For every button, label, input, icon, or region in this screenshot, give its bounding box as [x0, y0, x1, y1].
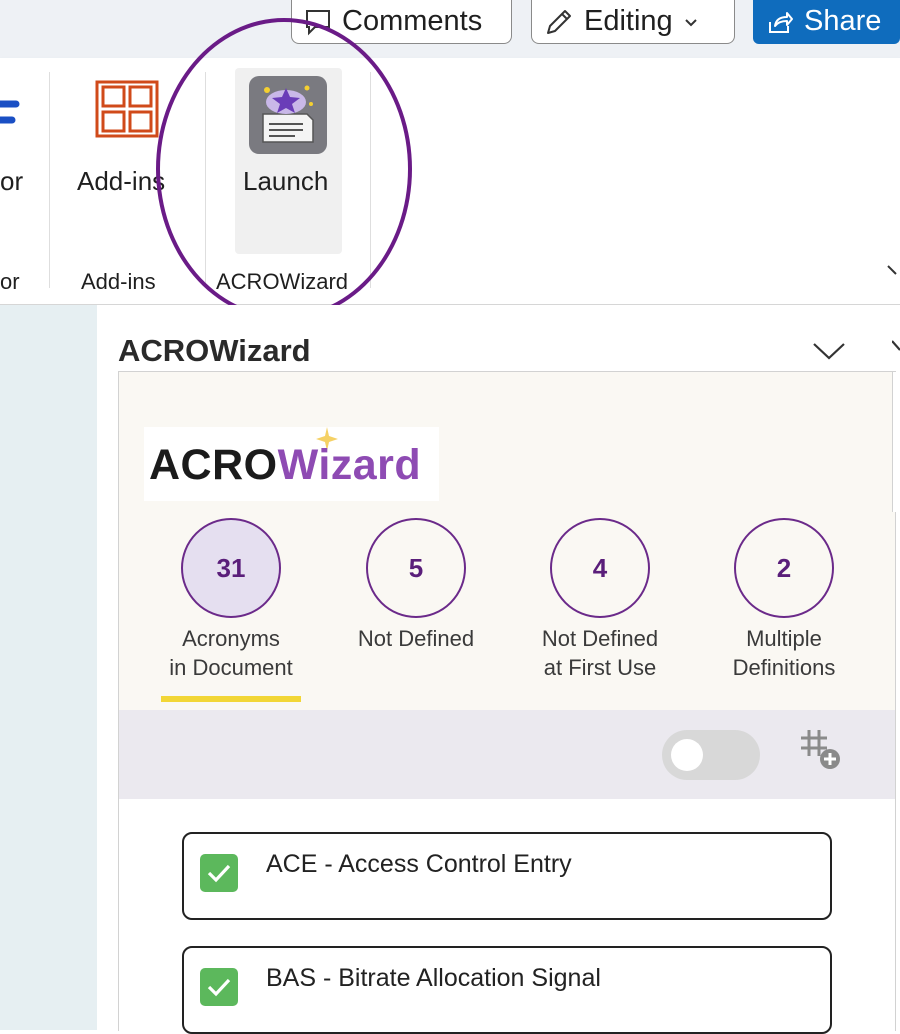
editing-label: Editing [584, 5, 673, 37]
stat-label-line2: in Document [169, 655, 293, 680]
acrowizard-logo: ACROWizard [144, 427, 439, 501]
ribbon-separator [205, 72, 206, 288]
acronym-text: BAS - Bitrate Allocation Signal [266, 964, 601, 992]
acrowizard-task-pane: ACROWizard ACROWizard 31 Acronyms in Docu… [97, 305, 900, 1034]
addin-content: ACROWizard 31 Acronyms in Document 5 Not … [118, 371, 900, 1034]
share-icon [769, 11, 793, 33]
stat-acronyms-in-document[interactable]: 31 Acronyms in Document [136, 518, 326, 682]
stat-count: 31 [181, 518, 281, 618]
ribbon-expand-chevron-icon[interactable] [886, 262, 900, 282]
stat-label-line2: Definitions [732, 655, 836, 680]
toggle-knob [671, 739, 703, 771]
comments-button[interactable]: Comments [291, 0, 512, 44]
comment-icon [306, 9, 330, 35]
close-icon[interactable] [892, 339, 900, 361]
title-bar: Comments Editing Share [0, 0, 900, 58]
acrowizard-group-label: ACROWizard [216, 269, 349, 294]
collapse-chevron-icon[interactable] [812, 341, 846, 361]
logo-text-acro: ACRO [149, 441, 278, 489]
scrollbar[interactable] [892, 372, 900, 512]
addins-group-label: Add-ins [81, 269, 156, 294]
acrowizard-launch-icon[interactable] [249, 76, 327, 154]
ribbon-separator [49, 72, 50, 288]
active-tab-underline [161, 696, 301, 702]
acronym-text: ACE - Access Control Entry [266, 850, 572, 878]
stat-label-line2: at First Use [543, 655, 657, 680]
stat-label-line1: Not Defined [357, 626, 475, 651]
addins-grid-icon[interactable] [95, 80, 159, 138]
summary-panel: ACROWizard 31 Acronyms in Document 5 Not … [119, 372, 895, 710]
editor-group-label: or [0, 269, 20, 294]
list-toolbar [119, 710, 895, 799]
launch-button-label[interactable]: Launch [243, 166, 328, 197]
checkbox-checked-icon[interactable] [200, 968, 238, 1006]
stat-label-line1: Not Defined [541, 626, 659, 651]
grid-add-icon[interactable] [797, 726, 841, 770]
share-label: Share [804, 5, 882, 37]
stat-count: 2 [734, 518, 834, 618]
acronym-list-item[interactable]: ACE - Access Control Entry [182, 832, 832, 920]
stat-not-defined-at-first-use[interactable]: 4 Not Defined at First Use [505, 518, 695, 682]
stat-count: 5 [366, 518, 466, 618]
editor-button-label[interactable]: or [0, 166, 23, 197]
stat-multiple-definitions[interactable]: 2 Multiple Definitions [689, 518, 879, 682]
logo-text-wizard: Wizard [277, 441, 422, 489]
checkbox-checked-icon[interactable] [200, 854, 238, 892]
pencil-icon [547, 9, 571, 34]
addins-button-label[interactable]: Add-ins [77, 166, 165, 197]
stat-label-line1: Acronyms [182, 626, 280, 651]
ribbon: or or Add-ins Add-ins Launch ACROWizard [0, 58, 900, 305]
pane-title: ACROWizard [118, 333, 311, 368]
stat-not-defined[interactable]: 5 Not Defined [321, 518, 511, 653]
share-button[interactable]: Share [753, 0, 900, 44]
acronym-list-item[interactable]: BAS - Bitrate Allocation Signal [182, 946, 832, 1034]
editor-icon[interactable] [0, 98, 20, 158]
chevron-down-icon [684, 18, 697, 26]
stat-label-line1: Multiple [746, 626, 822, 651]
document-area [0, 305, 97, 1030]
ribbon-separator [370, 72, 371, 288]
comments-label: Comments [342, 5, 483, 37]
stat-count: 4 [550, 518, 650, 618]
editing-mode-button[interactable]: Editing [531, 0, 735, 44]
toggle-switch[interactable] [662, 730, 760, 780]
